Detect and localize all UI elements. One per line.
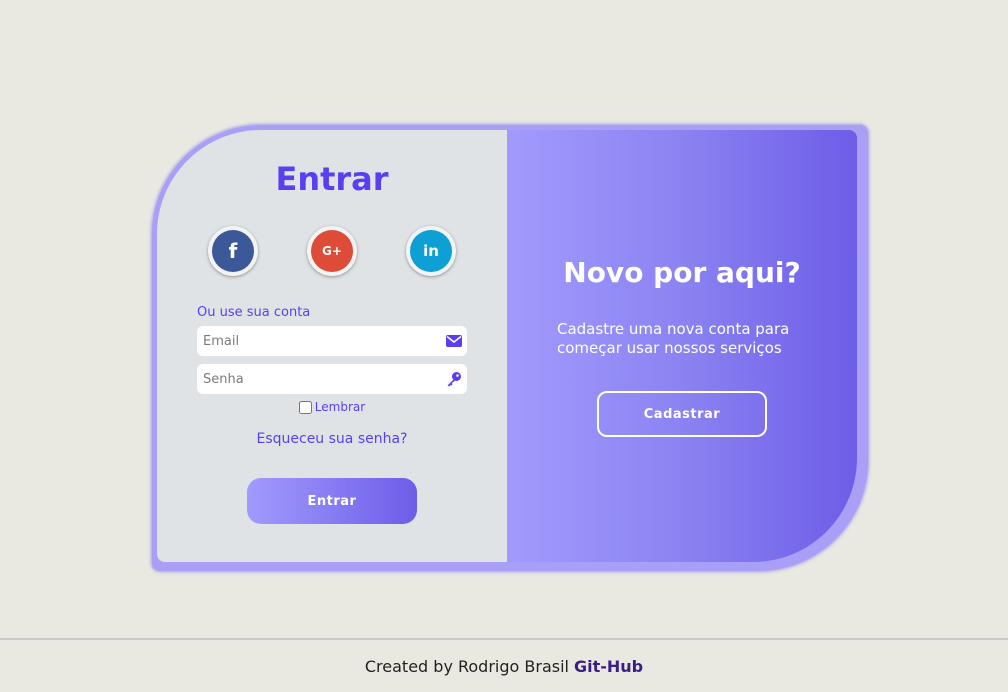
signup-panel: Novo por aqui? Cadastre uma nova conta p…: [507, 130, 857, 562]
signup-description: Cadastre uma nova conta para começar usa…: [557, 320, 790, 357]
use-account-label: Ou use sua conta: [197, 305, 311, 320]
linkedin-button[interactable]: in: [406, 226, 456, 276]
github-link[interactable]: Git-Hub: [574, 657, 643, 676]
auth-card-frame: Entrar f G+ in Ou use sua conta Email Le…: [152, 125, 868, 571]
auth-card: Entrar f G+ in Ou use sua conta Email Le…: [157, 130, 857, 562]
password-field-container: [197, 364, 467, 394]
login-title: Entrar: [275, 160, 389, 198]
remember-checkbox[interactable]: [298, 400, 312, 414]
forgot-password-link[interactable]: Esqueceu sua senha?: [157, 431, 507, 447]
facebook-icon: f: [212, 230, 254, 272]
google-plus-icon: G+: [311, 230, 353, 272]
footer-credit: Created by Rodrigo Brasil: [364, 656, 569, 676]
google-plus-button[interactable]: G+: [307, 226, 357, 276]
linkedin-icon: in: [410, 230, 452, 272]
signup-button[interactable]: Cadastrar: [597, 391, 767, 437]
key-icon: [445, 370, 463, 388]
password-input[interactable]: [197, 364, 432, 394]
remember-row: Lembrar: [157, 400, 507, 414]
email-input[interactable]: [197, 326, 432, 356]
login-button[interactable]: Entrar: [247, 478, 417, 524]
email-field-container: [197, 326, 467, 356]
facebook-button[interactable]: f: [208, 226, 258, 276]
footer: Created by Rodrigo Brasil Git-Hub: [0, 638, 1008, 692]
signup-title: Novo por aqui?: [563, 256, 801, 289]
remember-label[interactable]: Lembrar: [315, 400, 365, 414]
login-panel: Entrar f G+ in Ou use sua conta Email Le…: [157, 130, 507, 562]
envelope-icon: [445, 332, 463, 350]
